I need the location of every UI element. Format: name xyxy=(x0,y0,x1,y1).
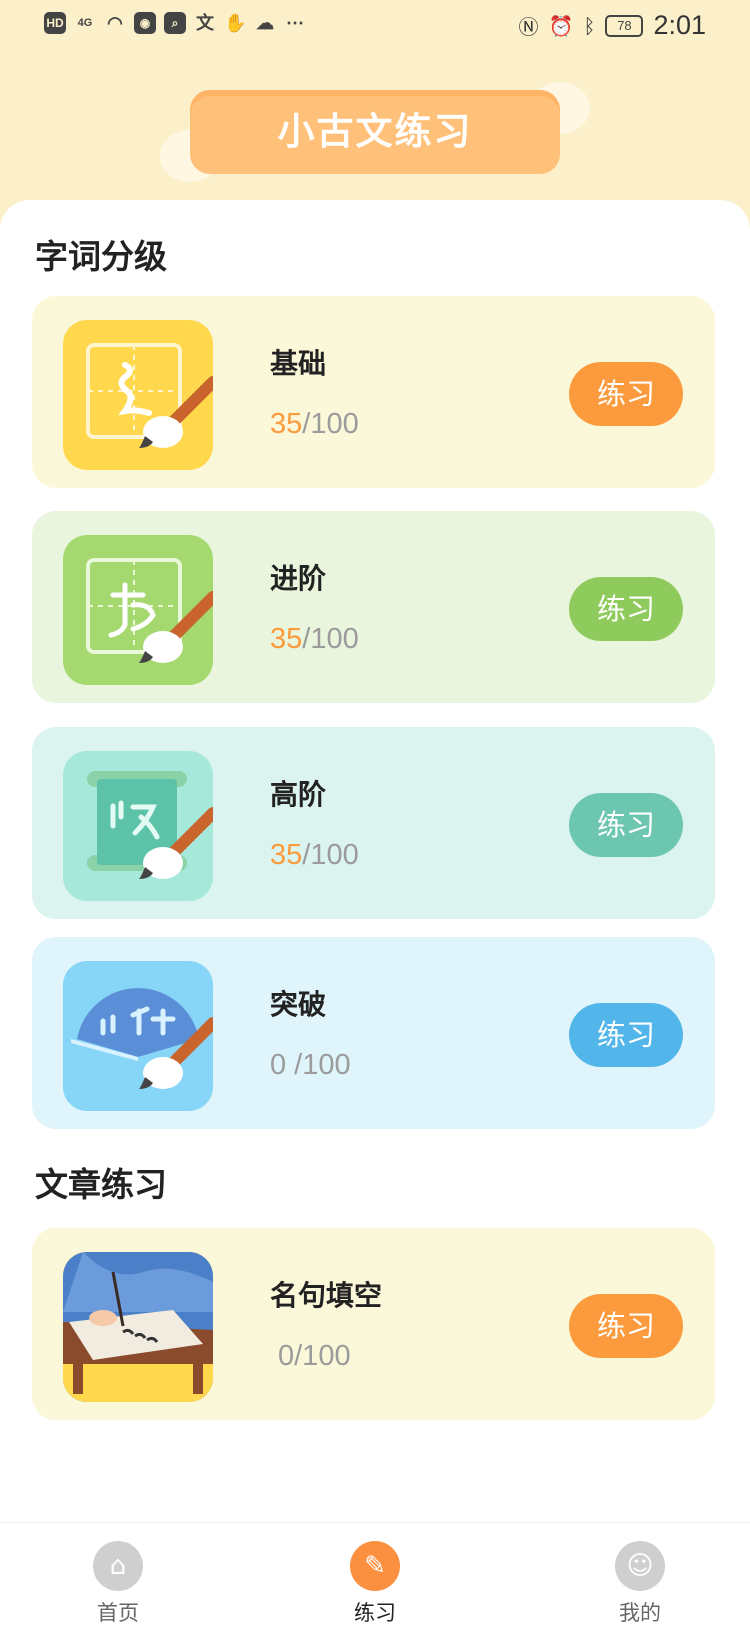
level-card-intermediate[interactable]: 进阶 35/100 练习 xyxy=(32,511,715,703)
level-card-basic[interactable]: 基础 35/100 练习 xyxy=(32,296,715,488)
page-title: 小古文练习 xyxy=(277,110,473,153)
app-notification-icon: ◉ xyxy=(134,12,156,34)
tab-practice[interactable]: ✎ 练习 xyxy=(315,1541,435,1627)
level-name: 高阶 xyxy=(270,778,327,811)
tab-home[interactable]: ⌂ 首页 xyxy=(58,1541,178,1627)
bluetooth-icon: ᛒ xyxy=(583,13,596,38)
title-banner: 小古文练习 xyxy=(160,82,590,182)
brush-calligraphy-icon xyxy=(63,535,213,685)
scroll-calligraphy-icon xyxy=(63,751,213,901)
section-title-articles: 文章练习 xyxy=(35,1165,167,1204)
article-name: 名句填空 xyxy=(270,1279,383,1312)
hd-icon: HD xyxy=(44,12,66,34)
fan-calligraphy-icon xyxy=(63,961,213,1111)
level-progress: 35/100 xyxy=(270,839,359,871)
cloud-icon: ☁ xyxy=(256,13,274,33)
practice-button[interactable]: 练习 xyxy=(569,1294,683,1358)
section-title-words: 字词分级 xyxy=(35,237,167,276)
user-icon: ☺ xyxy=(615,1541,665,1591)
practice-button[interactable]: 练习 xyxy=(569,1003,683,1067)
translate-icon: 文 xyxy=(196,13,214,33)
article-card-famous-quotes[interactable]: 名句填空 0/100 练习 xyxy=(32,1228,715,1420)
practice-button[interactable]: 练习 xyxy=(569,362,683,426)
practice-button[interactable]: 练习 xyxy=(569,577,683,641)
article-progress: 0/100 xyxy=(278,1340,351,1372)
level-name: 进阶 xyxy=(270,562,327,595)
status-bar: HD 4G ◠ ◉ ⌕ 文 ✋ ☁ ⋯ Ⓝ ⏰ ᛒ 78 2:01 xyxy=(0,0,750,52)
level-name: 基础 xyxy=(270,347,327,380)
practice-button[interactable]: 练习 xyxy=(569,793,683,857)
wifi-icon: ◠ xyxy=(107,13,123,33)
more-icon: ⋯ xyxy=(286,13,304,33)
brush-calligraphy-icon xyxy=(63,320,213,470)
clock: 2:01 xyxy=(653,10,706,40)
main-panel: 字词分级 基础 35/100 练习 进阶 35/100 练习 高阶 35/100… xyxy=(0,200,750,1522)
alarm-icon: ⏰ xyxy=(548,13,574,38)
battery-icon: 78 xyxy=(605,14,644,37)
nfc-icon: Ⓝ xyxy=(518,15,539,39)
tab-label: 我的 xyxy=(619,1601,661,1625)
tab-label: 首页 xyxy=(97,1601,139,1625)
search-app-icon: ⌕ xyxy=(164,12,186,34)
level-progress: 35/100 xyxy=(270,623,359,655)
level-card-advanced[interactable]: 高阶 35/100 练习 xyxy=(32,727,715,919)
level-name: 突破 xyxy=(270,988,327,1021)
level-card-breakthrough[interactable]: 突破 0 /100 练习 xyxy=(32,937,715,1129)
level-progress: 0 /100 xyxy=(270,1049,351,1081)
bottom-tab-bar: ⌂ 首页 ✎ 练习 ☺ 我的 xyxy=(0,1522,750,1631)
tab-mine[interactable]: ☺ 我的 xyxy=(580,1541,700,1627)
brush-icon: ✎ xyxy=(350,1541,400,1591)
signal-icon: 4G xyxy=(77,17,93,29)
hand-icon: ✋ xyxy=(224,13,247,33)
home-icon: ⌂ xyxy=(93,1541,143,1591)
level-progress: 35/100 xyxy=(270,408,359,440)
tab-label: 练习 xyxy=(354,1601,396,1625)
writing-desk-illustration xyxy=(63,1252,213,1402)
